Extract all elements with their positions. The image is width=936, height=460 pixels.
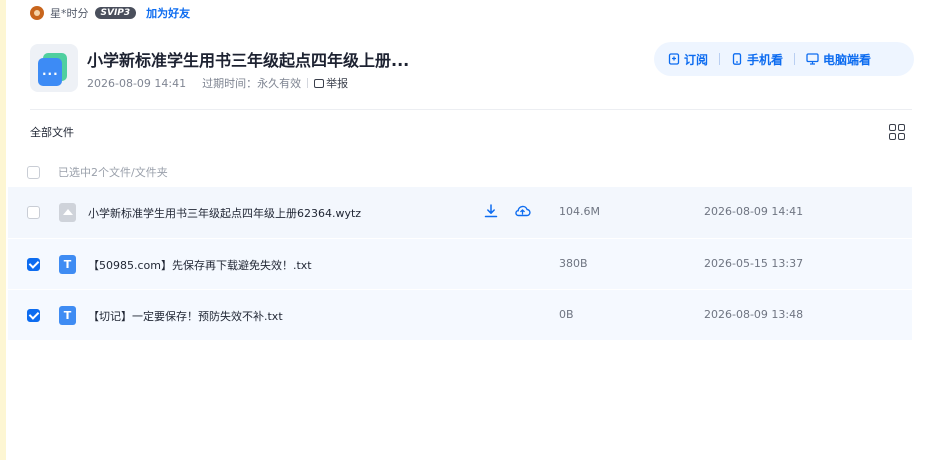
table-row[interactable]: T 【50985.com】先保存再下载避免失效！.txt 380B 2026-0… (8, 238, 912, 289)
phone-view-label: 手机看 (747, 52, 784, 67)
report-icon (314, 78, 325, 88)
sharer-bar: 星*时分 SVIP3 加为好友 (30, 4, 190, 22)
subscribe-label: 订阅 (684, 52, 709, 67)
pc-view-label: 电脑端看 (823, 52, 872, 67)
selection-count: 已选中2个文件/文件夹 (58, 166, 168, 179)
file-size: 104.6M (559, 205, 600, 218)
phone-view-button[interactable]: 手机看 (731, 51, 783, 68)
share-title: 小学新标准学生用书三年级起点四年级上册... (87, 51, 410, 70)
select-all-checkbox[interactable] (27, 165, 40, 179)
vip-badge: SVIP3 (94, 7, 137, 19)
file-name[interactable]: 【切记】一定要保存！预防失效不补.txt (88, 308, 283, 324)
grid-view-icon[interactable] (889, 124, 906, 141)
share-date: 2026-08-09 14:41 (87, 76, 187, 90)
save-to-cloud-icon[interactable] (514, 203, 531, 219)
view-actions-bar: 订阅 手机看 电脑端看 (654, 42, 914, 76)
share-meta: 2026-08-09 14:41 过期时间：永久有效 举报 (87, 75, 348, 91)
breadcrumb-all-files[interactable]: 全部文件 (30, 124, 74, 140)
select-all-row: 已选中2个文件/文件夹 (27, 164, 168, 180)
download-icon[interactable] (483, 203, 499, 219)
action-divider (794, 53, 796, 65)
row-checkbox[interactable] (27, 258, 40, 271)
file-date: 2026-08-09 13:48 (704, 308, 804, 321)
table-row[interactable]: 小学新标准学生用书三年级起点四年级上册62364.wytz 104.6M 202… (8, 187, 912, 238)
file-name[interactable]: 小学新标准学生用书三年级起点四年级上册62364.wytz (88, 205, 361, 221)
row-checkbox[interactable] (27, 206, 40, 219)
share-folder-icon: ··· (30, 44, 78, 92)
file-date: 2026-05-15 13:37 (704, 257, 804, 270)
file-date: 2026-08-09 14:41 (704, 205, 804, 218)
left-edge-strip (0, 0, 6, 460)
txt-file-icon: T (59, 306, 76, 325)
file-name[interactable]: 【50985.com】先保存再下载避免失效！.txt (88, 257, 312, 273)
table-row[interactable]: T 【切记】一定要保存！预防失效不补.txt 0B 2026-08-09 13:… (8, 289, 912, 340)
report-button[interactable]: 举报 (314, 75, 348, 91)
file-unknown-icon (59, 203, 76, 222)
phone-icon (732, 53, 742, 65)
txt-file-icon: T (59, 255, 76, 274)
report-label: 举报 (326, 77, 349, 90)
expire-time: 过期时间：永久有效 (202, 77, 302, 90)
avatar[interactable] (30, 6, 44, 20)
sharer-name[interactable]: 星*时分 (50, 5, 89, 21)
subscribe-button[interactable]: 订阅 (668, 51, 708, 68)
file-size: 0B (559, 308, 574, 321)
bookmark-plus-icon (668, 53, 680, 65)
monitor-icon (806, 53, 819, 65)
action-divider (719, 53, 721, 65)
file-size: 380B (559, 257, 588, 270)
add-friend-link[interactable]: 加为好友 (146, 5, 190, 21)
row-checkbox[interactable] (27, 309, 40, 322)
header-divider (30, 109, 912, 110)
pc-view-button[interactable]: 电脑端看 (806, 51, 871, 68)
meta-divider (307, 78, 309, 88)
